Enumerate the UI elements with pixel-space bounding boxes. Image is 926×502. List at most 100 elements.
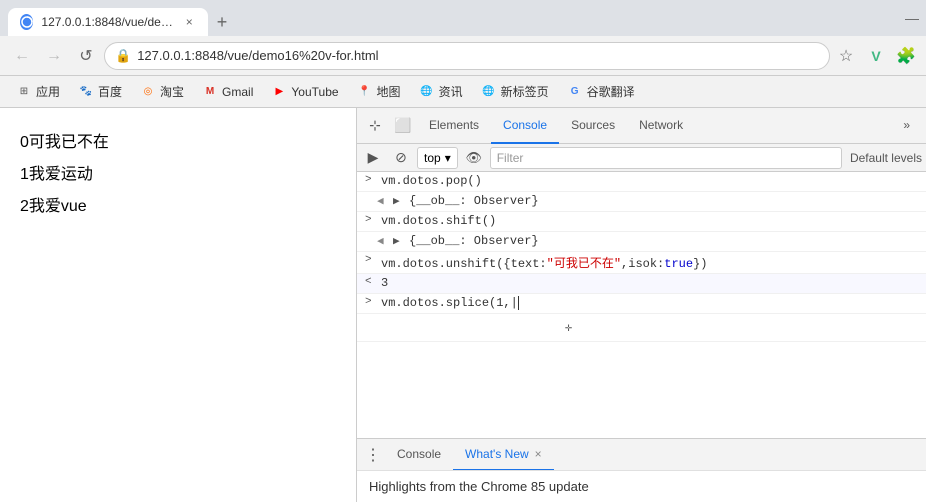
devtools-tab-bar: ⊹ ⬜ Elements Console Sources Network » xyxy=(357,108,926,144)
bookmark-maps-label: 地图 xyxy=(377,83,401,100)
console-input-arrow-7: > xyxy=(365,296,377,308)
minimize-button[interactable]: — xyxy=(906,12,918,24)
tab-more[interactable]: » xyxy=(891,108,922,144)
item-text-0: 可我已不在 xyxy=(29,134,109,151)
baidu-icon: 🐾 xyxy=(78,84,94,100)
item-text-1: 我爱运动 xyxy=(29,166,93,183)
bookmark-youtube[interactable]: ▶ YouTube xyxy=(263,80,346,104)
list-item-1: 1我爱运动 xyxy=(20,160,336,184)
window-controls: — xyxy=(906,12,918,24)
console-expand-arrow-2[interactable]: ◀ xyxy=(377,194,389,208)
bookmark-newtab[interactable]: 🌐 新标签页 xyxy=(473,79,557,104)
forward-button[interactable]: → xyxy=(40,42,68,70)
browser-frame: 127.0.0.1:8848/vue/demo16 v × + — ← → ↺ … xyxy=(0,0,926,502)
bookmark-taobao[interactable]: ◎ 淘宝 xyxy=(132,79,192,104)
bookmark-icon[interactable]: ☆ xyxy=(834,44,858,68)
console-expand-inner-4[interactable]: ▶ xyxy=(393,234,405,248)
list-item-2: 2我爱vue xyxy=(20,192,336,216)
address-bar[interactable]: 🔒 127.0.0.1:8848/vue/demo16%20v-for.html xyxy=(104,42,830,70)
bottom-tab-console-label: Console xyxy=(397,447,441,461)
youtube-icon: ▶ xyxy=(271,84,287,100)
item-index-0: 0 xyxy=(20,134,29,151)
maps-icon: 📍 xyxy=(357,84,373,100)
bookmark-baidu[interactable]: 🐾 百度 xyxy=(70,79,130,104)
bookmark-baidu-label: 百度 xyxy=(98,83,122,100)
page-content: 0可我已不在 1我爱运动 2我爱vue xyxy=(0,108,356,502)
run-button[interactable]: ▶ xyxy=(361,146,385,170)
cursor-position: ✛ xyxy=(565,320,572,335)
bottom-tab-whats-new[interactable]: What's New × xyxy=(453,439,554,471)
extensions-icon[interactable]: 🧩 xyxy=(894,44,918,68)
bottom-tab-console[interactable]: Console xyxy=(385,439,453,471)
devtools-panel: ⊹ ⬜ Elements Console Sources Network » xyxy=(356,108,926,502)
tab-sources[interactable]: Sources xyxy=(559,108,627,144)
console-output: > vm.dotos.pop() ◀ ▶ {__ob__: Observer} … xyxy=(357,172,926,438)
bookmark-gmail[interactable]: M Gmail xyxy=(194,80,261,104)
context-arrow: ▾ xyxy=(445,151,451,165)
navigation-toolbar: ← → ↺ 🔒 127.0.0.1:8848/vue/demo16%20v-fo… xyxy=(0,36,926,76)
tab-area: 127.0.0.1:8848/vue/demo16 v × + xyxy=(8,0,902,36)
newtab-icon: 🌐 xyxy=(481,84,497,100)
cursor-tool-icon[interactable]: ⊹ xyxy=(361,112,389,140)
bookmark-taobao-label: 淘宝 xyxy=(160,83,184,100)
filter-placeholder: Filter xyxy=(497,151,524,165)
tab-network[interactable]: Network xyxy=(627,108,695,144)
console-line-1: > vm.dotos.pop() xyxy=(357,172,926,192)
vue-icon[interactable]: V xyxy=(864,44,888,68)
console-line-2: ◀ ▶ {__ob__: Observer} xyxy=(357,192,926,212)
console-input-arrow-3: > xyxy=(365,214,377,226)
console-line-4: ◀ ▶ {__ob__: Observer} xyxy=(357,232,926,252)
console-expand-arrow-4[interactable]: ◀ xyxy=(377,234,389,248)
tab-console[interactable]: Console xyxy=(491,108,559,144)
console-line-7: > vm.dotos.splice(1,| xyxy=(357,294,926,314)
list-item-0: 0可我已不在 xyxy=(20,128,336,152)
apps-icon: ⊞ xyxy=(16,84,32,100)
bookmark-maps[interactable]: 📍 地图 xyxy=(349,79,409,104)
bookmark-apps[interactable]: ⊞ 应用 xyxy=(8,79,68,104)
tab-title: 127.0.0.1:8848/vue/demo16 v xyxy=(41,15,174,29)
google-translate-icon: G xyxy=(567,84,583,100)
console-line-5: > vm.dotos.unshift({text:"可我已不在",isok:tr… xyxy=(357,252,926,274)
default-levels-label[interactable]: Default levels xyxy=(850,151,922,165)
bookmark-news[interactable]: 🌐 资讯 xyxy=(411,79,471,104)
context-value: top xyxy=(424,151,441,165)
item-index-2: 2 xyxy=(20,198,29,215)
console-input-arrow-5: > xyxy=(365,254,377,266)
bookmark-youtube-label: YouTube xyxy=(291,85,338,99)
tab-close-button[interactable]: × xyxy=(183,14,196,30)
console-result-arrow-6: < xyxy=(365,276,377,288)
refresh-button[interactable]: ↺ xyxy=(72,42,100,70)
console-expand-inner-2[interactable]: ▶ xyxy=(393,194,405,208)
console-input-arrow-1: > xyxy=(365,174,377,186)
console-text-3: vm.dotos.shift() xyxy=(381,214,496,228)
bookmark-google-translate-label: 谷歌翻译 xyxy=(587,83,635,100)
filter-bar[interactable]: Filter xyxy=(490,147,842,169)
device-tool-icon[interactable]: ⬜ xyxy=(389,112,417,140)
console-text-6: 3 xyxy=(381,276,388,290)
bottom-tab-whats-new-close[interactable]: × xyxy=(535,447,542,461)
bookmark-google-translate[interactable]: G 谷歌翻译 xyxy=(559,79,643,104)
context-selector[interactable]: top ▾ xyxy=(417,147,458,169)
console-text-5: vm.dotos.unshift({text:"可我已不在",isok:true… xyxy=(381,254,707,271)
back-button[interactable]: ← xyxy=(8,42,36,70)
bottom-tab-whats-new-label: What's New xyxy=(465,447,529,461)
main-content: 0可我已不在 1我爱运动 2我爱vue ⊹ ⬜ Elements Console xyxy=(0,108,926,502)
bottom-tab-menu-icon[interactable]: ⋮ xyxy=(361,443,385,467)
bookmark-newtab-label: 新标签页 xyxy=(501,83,549,100)
title-bar: 127.0.0.1:8848/vue/demo16 v × + — xyxy=(0,0,926,36)
cursor-line: ✛ xyxy=(357,314,926,342)
console-text-1: vm.dotos.pop() xyxy=(381,174,482,188)
secure-icon: 🔒 xyxy=(115,48,131,64)
block-button[interactable]: ⊘ xyxy=(389,146,413,170)
bookmarks-bar: ⊞ 应用 🐾 百度 ◎ 淘宝 M Gmail ▶ YouTube 📍 地图 🌐 … xyxy=(0,76,926,108)
console-line-3: > vm.dotos.shift() xyxy=(357,212,926,232)
tab-elements[interactable]: Elements xyxy=(417,108,491,144)
tab-favicon xyxy=(20,14,33,30)
console-toolbar: ▶ ⊘ top ▾ 👁 Filter Default levels xyxy=(357,144,926,172)
new-tab-button[interactable]: + xyxy=(208,8,236,36)
bookmark-apps-label: 应用 xyxy=(36,83,60,100)
console-text-4: {__ob__: Observer} xyxy=(409,234,539,248)
eye-icon[interactable]: 👁 xyxy=(462,146,486,170)
address-text: 127.0.0.1:8848/vue/demo16%20v-for.html xyxy=(137,48,819,63)
active-tab[interactable]: 127.0.0.1:8848/vue/demo16 v × xyxy=(8,8,208,36)
